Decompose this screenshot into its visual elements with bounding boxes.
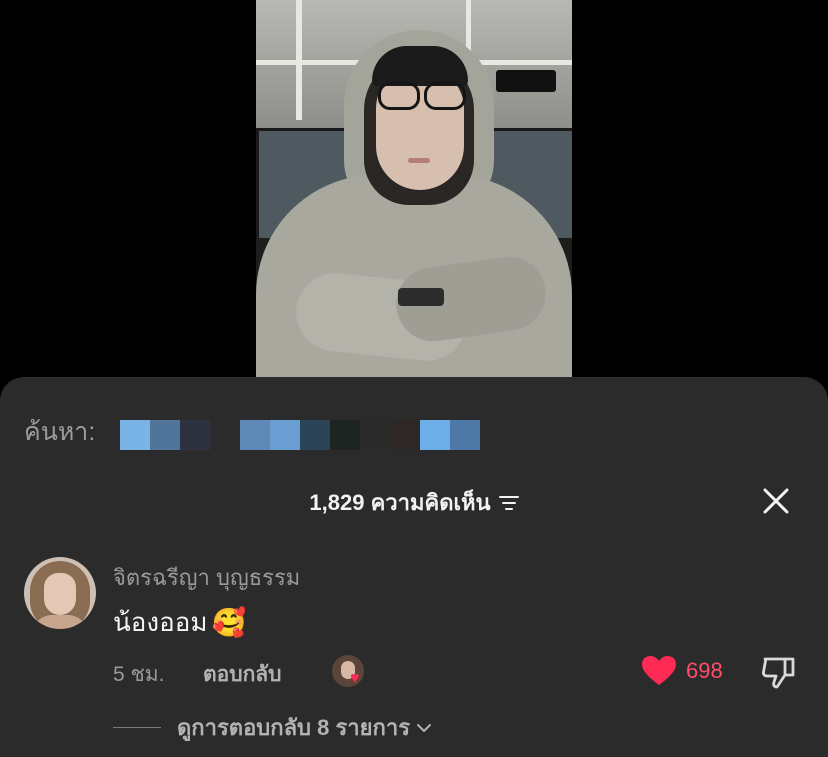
thumbs-down-icon[interactable] xyxy=(761,655,797,689)
comments-sheet: ค้นหา: 1,829 ความคิดเห็น จิตรฉรีญา บุญธร… xyxy=(0,377,828,757)
redacted-pixel xyxy=(390,420,420,450)
search-suggestion[interactable]: ค้นหา: xyxy=(24,412,95,452)
divider xyxy=(113,727,161,728)
redacted-pixel xyxy=(180,420,210,450)
heart-icon[interactable] xyxy=(641,655,677,687)
search-label: ค้นหา: xyxy=(24,418,96,446)
redacted-pixel xyxy=(120,420,150,450)
redacted-pixel xyxy=(420,420,450,450)
redacted-pixel xyxy=(270,420,300,450)
redacted-pixel xyxy=(150,420,180,450)
video-player[interactable] xyxy=(256,0,572,377)
close-icon[interactable] xyxy=(762,487,790,515)
comment-body: น้องออม xyxy=(113,607,208,637)
redacted-pixel xyxy=(240,420,270,450)
comments-header: 1,829 ความคิดเห็น xyxy=(0,485,828,520)
redacted-pixel xyxy=(450,420,480,450)
avatar[interactable] xyxy=(24,557,96,629)
reply-button[interactable]: ตอบกลับ xyxy=(203,658,282,691)
view-replies-button[interactable]: ดูการตอบกลับ 8 รายการ xyxy=(113,710,432,745)
redacted-pixel xyxy=(300,420,330,450)
view-replies-label: ดูการตอบกลับ 8 รายการ xyxy=(177,715,411,740)
redacted-pixel xyxy=(360,420,390,450)
like-count: 698 xyxy=(686,658,723,683)
video-person xyxy=(256,0,572,377)
comment-text: น้องออม 🥰 xyxy=(113,602,246,643)
comments-count: 1,829 ความคิดเห็น xyxy=(309,490,491,515)
chevron-down-icon xyxy=(417,723,432,732)
sort-icon[interactable] xyxy=(498,495,519,511)
comment-author[interactable]: จิตรฉรีญา บุญธรรม xyxy=(113,560,300,595)
creator-liked-avatar-icon: ♥ xyxy=(332,655,364,687)
comment-time: 5 ชม. xyxy=(113,663,165,686)
smiling-face-with-hearts-icon: 🥰 xyxy=(211,606,247,638)
redacted-pixel xyxy=(330,420,360,450)
